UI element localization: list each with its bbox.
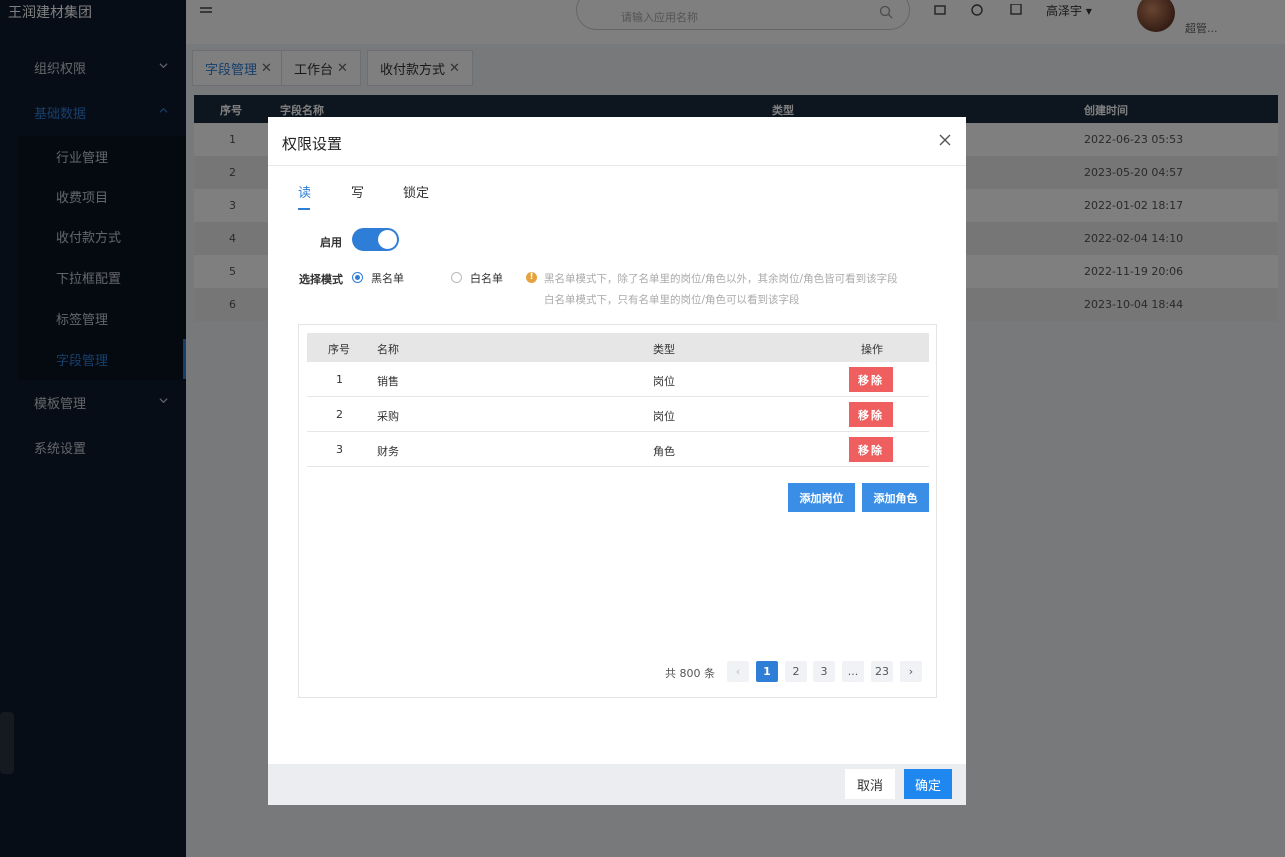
cell-name: 销售 [377,375,399,388]
pager-prev-button[interactable]: ‹ [727,661,749,682]
enable-toggle[interactable] [352,228,399,251]
enable-label: 启用 [320,236,342,249]
warning-icon: ! [526,272,537,283]
permission-dialog: 权限设置 读 写 锁定 启用 选择模式 黑名单 白名单 ! 黑名单模式下，除了名… [268,117,966,805]
pager-page-2[interactable]: 2 [785,661,807,682]
pager-page-1[interactable]: 1 [756,661,778,682]
member-panel: 序号 名称 类型 操作 1 销售 岗位 移除 2 采购 岗位 移除 3 财务 角… [298,324,937,698]
tab-read[interactable]: 读 [298,182,311,201]
tab-active-indicator [298,208,310,210]
dialog-title: 权限设置 [282,135,343,153]
pager-total: 共 800 条 [665,667,715,680]
table-row: 3 财务 角色 移除 [307,432,929,467]
radio-whitelist[interactable] [451,272,462,283]
cell-type: 岗位 [653,375,675,388]
blacklist-label[interactable]: 黑名单 [371,270,404,286]
toggle-knob [378,230,397,249]
pager-page-23[interactable]: 23 [871,661,893,682]
hint-whitelist: 白名单模式下，只有名单里的岗位/角色可以看到该字段 [544,294,800,306]
column-header: 名称 [377,343,399,356]
table-row: 2 采购 岗位 移除 [307,397,929,432]
confirm-button[interactable]: 确定 [904,769,952,799]
pager-next-button[interactable]: › [900,661,922,682]
remove-button[interactable]: 移除 [849,437,893,462]
close-icon[interactable] [938,133,952,147]
pager-page-3[interactable]: 3 [813,661,835,682]
mode-label: 选择模式 [299,273,343,286]
cell-index: 2 [336,408,343,421]
cell-name: 财务 [377,445,399,458]
pager-ellipsis[interactable]: ... [842,661,864,682]
add-post-button[interactable]: 添加岗位 [788,483,855,512]
cell-index: 1 [336,373,343,386]
table-header: 序号 名称 类型 操作 [307,333,929,362]
cell-index: 3 [336,443,343,456]
column-header: 序号 [328,343,350,356]
cell-type: 角色 [653,445,675,458]
table-row: 1 销售 岗位 移除 [307,362,929,397]
tab-lock[interactable]: 锁定 [403,182,429,201]
hint-blacklist: 黑名单模式下，除了名单里的岗位/角色以外，其余岗位/角色皆可看到该字段 [544,273,898,285]
cancel-button[interactable]: 取消 [845,769,895,799]
remove-button[interactable]: 移除 [849,367,893,392]
cell-name: 采购 [377,410,399,423]
cell-type: 岗位 [653,410,675,423]
radio-blacklist[interactable] [352,272,363,283]
column-header: 类型 [653,343,675,356]
add-role-button[interactable]: 添加角色 [862,483,929,512]
divider [268,165,966,166]
remove-button[interactable]: 移除 [849,402,893,427]
tab-write[interactable]: 写 [351,182,364,201]
whitelist-label[interactable]: 白名单 [470,270,503,286]
column-header: 操作 [861,343,883,356]
